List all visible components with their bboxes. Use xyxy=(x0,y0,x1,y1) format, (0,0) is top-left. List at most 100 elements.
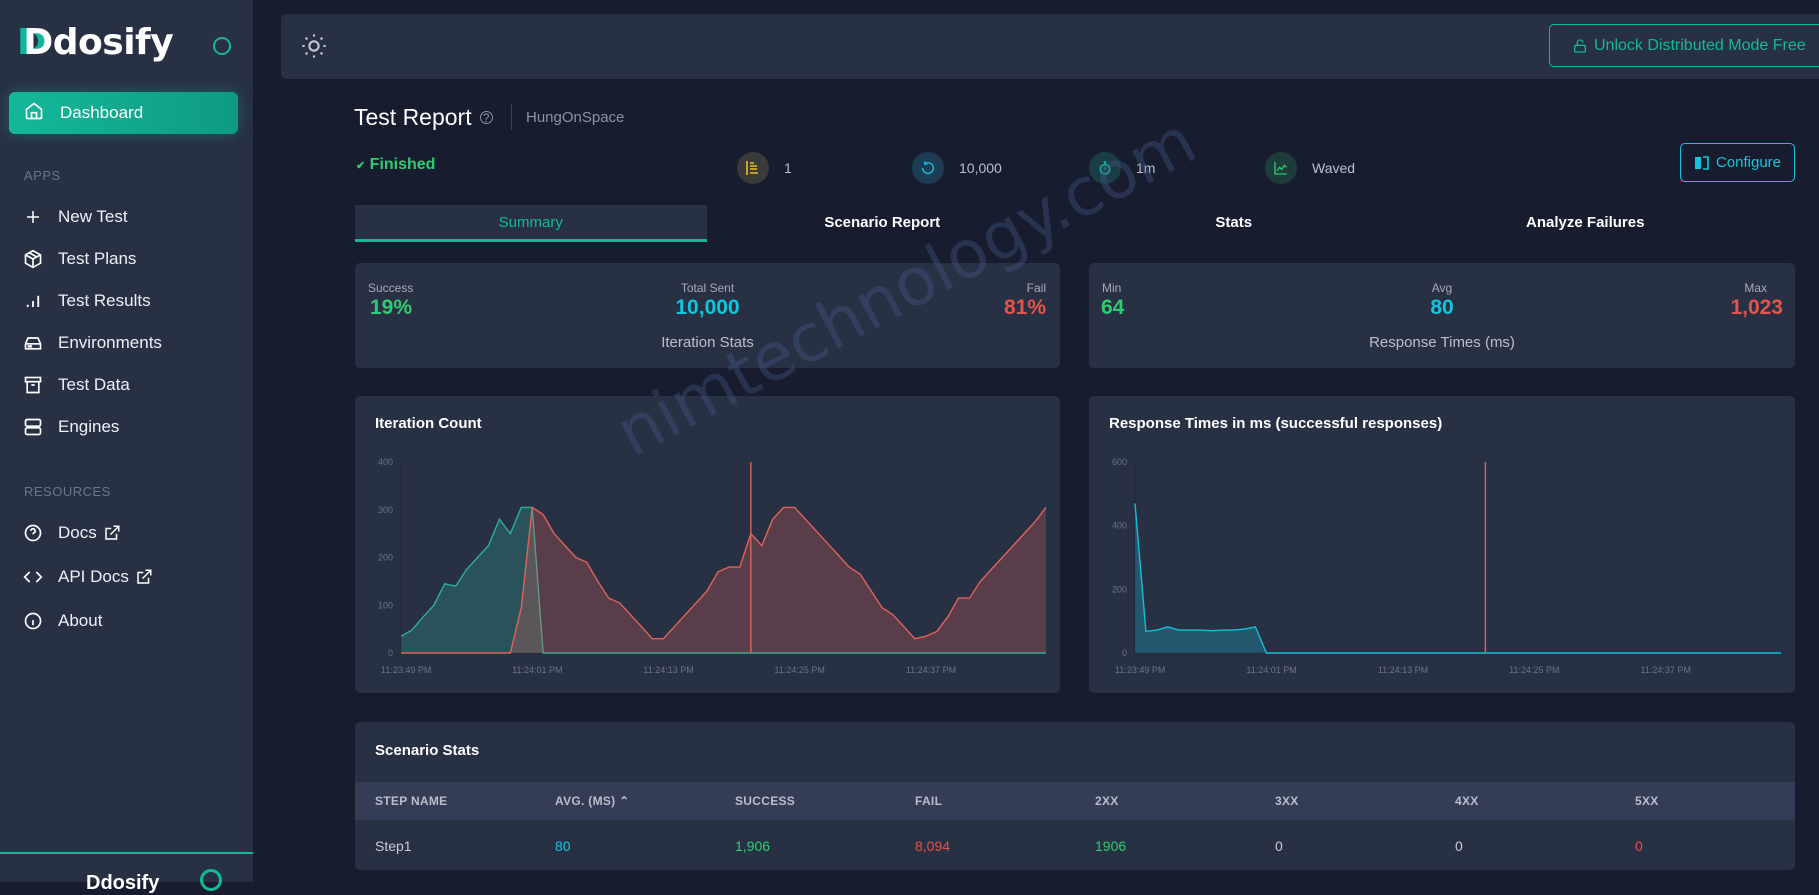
x-tick-label: 11:24:13 PM xyxy=(643,665,693,675)
sidebar-item-api-docs[interactable]: API Docs xyxy=(22,566,153,588)
x-tick-label: 11:23:49 PM xyxy=(381,665,431,675)
cell-success: 1,906 xyxy=(735,838,771,854)
x-tick-label: 11:24:37 PM xyxy=(906,665,956,675)
status-text: Finished xyxy=(369,156,436,173)
box-icon xyxy=(22,248,44,270)
table-header: STEP NAME AVG. (MS) ⌃ SUCCESS FAIL 2XX 3… xyxy=(355,782,1795,820)
avg-label: Avg xyxy=(1431,281,1453,295)
status-badge: ✔ Finished xyxy=(356,156,435,174)
sun-icon[interactable] xyxy=(300,32,328,65)
sidebar-item-label: Test Data xyxy=(58,375,130,394)
sidebar-item-label: Docs xyxy=(58,523,97,542)
cell-avg: 80 xyxy=(555,838,571,854)
y-tick-label: 100 xyxy=(378,600,393,610)
sidebar-item-label: New Test xyxy=(58,207,128,226)
meta-value: Waved xyxy=(1312,160,1356,176)
total-sent-label: Total Sent xyxy=(680,281,735,295)
sidebar-item-label: API Docs xyxy=(58,567,129,586)
configure-label: Configure xyxy=(1715,154,1782,171)
load-type-icon xyxy=(1265,152,1297,184)
unlock-distributed-mode-button[interactable]: Unlock Distributed Mode Free xyxy=(1549,24,1819,67)
y-tick-label: 400 xyxy=(378,457,393,467)
sidebar-item-label: About xyxy=(58,611,103,630)
tab-analyze-failures[interactable]: Analyze Failures xyxy=(1410,205,1762,242)
scenario-stats-title: Scenario Stats xyxy=(375,742,480,759)
code-icon xyxy=(22,566,44,588)
scenario-steps-icon xyxy=(737,152,769,184)
column-header-step-name[interactable]: STEP NAME xyxy=(375,794,448,808)
column-header-avg[interactable]: AVG. (MS) ⌃ xyxy=(555,794,629,808)
x-tick-label: 11:24:25 PM xyxy=(775,665,825,675)
cell-step-name: Step1 xyxy=(375,838,412,854)
meta-value: 1 xyxy=(784,160,792,176)
column-header-fail[interactable]: FAIL xyxy=(915,794,942,808)
max-value: 1,023 xyxy=(1730,296,1783,319)
sidebar-item-new-test[interactable]: New Test xyxy=(22,206,128,228)
x-tick-label: 11:24:25 PM xyxy=(1509,665,1559,675)
scenario-stats-card: Scenario Stats STEP NAME AVG. (MS) ⌃ SUC… xyxy=(355,722,1795,870)
help-icon[interactable]: ? xyxy=(479,111,493,125)
unlock-icon xyxy=(1574,38,1586,53)
sidebar: DDdosify Dashboard APPS New Test Test Pl… xyxy=(0,0,253,894)
github-icon[interactable] xyxy=(200,869,222,891)
x-tick-label: 11:24:01 PM xyxy=(1246,665,1296,675)
response-times-chart: Response Times in ms (successful respons… xyxy=(1089,396,1795,693)
server-icon xyxy=(22,416,44,438)
sort-ascending-icon: ⌃ xyxy=(619,794,630,808)
y-tick-label: 300 xyxy=(378,505,393,515)
external-link-icon xyxy=(135,568,153,586)
sidebar-item-about[interactable]: About xyxy=(22,610,102,632)
info-icon xyxy=(22,610,44,632)
meta-steps: 1 xyxy=(737,152,792,184)
column-header-2xx[interactable]: 2XX xyxy=(1095,794,1119,808)
sidebar-item-label: Test Results xyxy=(58,291,151,310)
tab-scenario-report[interactable]: Scenario Report xyxy=(707,205,1059,242)
apps-section-label: APPS xyxy=(24,168,61,183)
ddosify-logo[interactable]: DDdosify xyxy=(17,22,174,63)
configure-icon xyxy=(1694,155,1709,170)
total-sent-value: 10,000 xyxy=(675,296,740,319)
resources-section-label: RESOURCES xyxy=(24,484,111,499)
page-title: Test Report ? xyxy=(354,104,493,131)
sidebar-item-label: Dashboard xyxy=(60,103,144,122)
footer-logo: Ddosify xyxy=(86,872,160,894)
series-line-response-time xyxy=(1134,503,1781,654)
max-label: Max xyxy=(1744,281,1767,295)
x-tick-label: 11:24:37 PM xyxy=(1641,665,1691,675)
column-header-5xx[interactable]: 5XX xyxy=(1635,794,1659,808)
iteration-stats-card: Success 19% Total Sent 10,000 Fail 81% I… xyxy=(355,263,1060,368)
sidebar-item-test-data[interactable]: Test Data xyxy=(22,374,130,396)
x-tick-label: 11:23:49 PM xyxy=(1115,665,1165,675)
response-times-title: Response Times (ms) xyxy=(1369,334,1515,351)
iteration-count-plot: 0 100 200 300 400 11:23:49 PM 11:24:01 PM 11:24… xyxy=(378,457,1047,675)
column-header-success[interactable]: SUCCESS xyxy=(735,794,795,808)
sidebar-item-dashboard[interactable]: Dashboard xyxy=(9,92,238,134)
meta-load-type: Waved xyxy=(1265,152,1355,184)
column-header-label: AVG. (MS) xyxy=(555,794,616,808)
iteration-icon xyxy=(912,152,944,184)
y-tick-label: 0 xyxy=(388,648,393,658)
sidebar-item-environments[interactable]: Environments xyxy=(22,332,162,354)
tab-summary[interactable]: Summary xyxy=(355,205,707,242)
connection-status-icon xyxy=(213,37,231,55)
sidebar-item-label: Test Plans xyxy=(58,249,137,268)
sidebar-item-engines[interactable]: Engines xyxy=(22,416,119,438)
sidebar-item-label: Engines xyxy=(58,417,120,436)
sidebar-item-docs[interactable]: Docs xyxy=(22,522,121,544)
sidebar-item-test-plans[interactable]: Test Plans xyxy=(22,248,136,270)
column-header-3xx[interactable]: 3XX xyxy=(1275,794,1299,808)
iteration-stats-title: Iteration Stats xyxy=(661,334,754,351)
tab-stats[interactable]: Stats xyxy=(1058,205,1410,242)
sidebar-item-label: Environments xyxy=(58,333,162,352)
project-name: HungOnSpace xyxy=(526,109,625,126)
response-times-plot: 0 200 400 600 11:23:49 PM 11:24:01 PM 11:24:13… xyxy=(1112,457,1781,675)
help-circle-icon xyxy=(22,522,44,544)
external-link-icon xyxy=(103,524,121,542)
stopwatch-icon xyxy=(1089,152,1121,184)
configure-button[interactable]: Configure xyxy=(1680,143,1795,182)
column-header-4xx[interactable]: 4XX xyxy=(1455,794,1479,808)
x-tick-label: 11:24:01 PM xyxy=(512,665,562,675)
sidebar-item-test-results[interactable]: Test Results xyxy=(22,290,151,312)
check-icon: ✔ xyxy=(356,160,366,172)
bar-chart-icon xyxy=(22,290,44,312)
